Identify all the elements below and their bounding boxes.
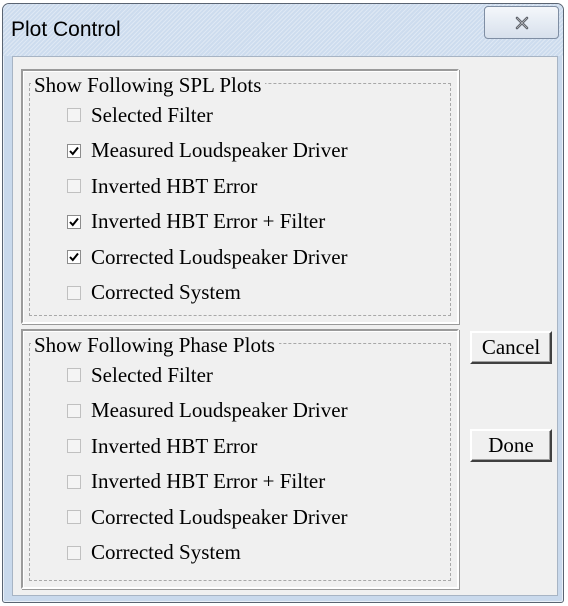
checkbox[interactable] bbox=[67, 179, 81, 193]
checkbox[interactable] bbox=[67, 403, 81, 418]
checkbox-label: Selected Filter bbox=[91, 362, 213, 387]
checkbox-label: Corrected System bbox=[91, 280, 241, 304]
checkmark-icon bbox=[69, 146, 79, 156]
checkbox[interactable] bbox=[67, 439, 81, 453]
checkbox[interactable] bbox=[67, 285, 81, 300]
checkbox-label: Measured Loudspeaker Driver bbox=[91, 138, 348, 162]
checkbox-label: Measured Loudspeaker Driver bbox=[91, 398, 348, 422]
phase-measured-loudspeaker-driver-option[interactable]: Measured Loudspeaker Driver bbox=[67, 396, 348, 426]
checkbox[interactable] bbox=[67, 368, 81, 382]
done-button[interactable]: Done bbox=[470, 429, 552, 462]
phase-group-title: Show Following Phase Plots bbox=[31, 333, 279, 357]
spl-corrected-loudspeaker-driver-option[interactable]: Corrected Loudspeaker Driver bbox=[67, 242, 348, 272]
checkbox-label: Selected Filter bbox=[91, 102, 213, 127]
spl-inverted-hbt-error-option[interactable]: Inverted HBT Error bbox=[67, 171, 257, 201]
phase-inverted-hbt-error-option[interactable]: Inverted HBT Error bbox=[67, 431, 257, 461]
phase-selected-filter-option[interactable]: Selected Filter bbox=[67, 360, 213, 390]
spl-measured-loudspeaker-driver-option[interactable]: Measured Loudspeaker Driver bbox=[67, 136, 348, 166]
checkbox[interactable] bbox=[67, 545, 81, 560]
phase-plots-group: Show Following Phase Plots Selected Filt… bbox=[21, 329, 459, 589]
phase-inverted-hbt-error-filter-option[interactable]: Inverted HBT Error + Filter bbox=[67, 467, 325, 497]
checkbox[interactable] bbox=[67, 108, 81, 122]
checkbox[interactable] bbox=[67, 214, 81, 229]
title-bar[interactable]: Plot Control bbox=[3, 4, 563, 56]
checkmark-icon bbox=[69, 252, 79, 262]
checkbox[interactable] bbox=[67, 143, 81, 158]
checkbox-label: Inverted HBT Error + Filter bbox=[91, 209, 326, 233]
checkbox[interactable] bbox=[67, 510, 81, 524]
close-x-icon bbox=[515, 16, 528, 29]
checkbox-label: Inverted HBT Error bbox=[91, 433, 258, 458]
checkbox[interactable] bbox=[67, 250, 81, 264]
window-title: Plot Control bbox=[11, 18, 121, 41]
spl-corrected-system-option[interactable]: Corrected System bbox=[67, 278, 241, 308]
checkbox[interactable] bbox=[67, 474, 81, 489]
phase-corrected-system-option[interactable]: Corrected System bbox=[67, 538, 241, 568]
dialog-client-area: Show Following SPL Plots Selected Filter… bbox=[12, 56, 558, 596]
cancel-button[interactable]: Cancel bbox=[470, 331, 552, 364]
spl-group-title: Show Following SPL Plots bbox=[31, 73, 266, 97]
checkbox-label: Corrected Loudspeaker Driver bbox=[91, 504, 348, 529]
checkbox-label: Inverted HBT Error + Filter bbox=[91, 469, 326, 493]
plot-control-dialog: Plot Control Show Following SPL Plots Se… bbox=[2, 3, 564, 603]
checkbox-label: Inverted HBT Error bbox=[91, 173, 258, 198]
checkmark-icon bbox=[69, 217, 79, 227]
close-button[interactable] bbox=[484, 6, 559, 39]
checkbox-label: Corrected Loudspeaker Driver bbox=[91, 244, 348, 269]
spl-inverted-hbt-error-filter-option[interactable]: Inverted HBT Error + Filter bbox=[67, 207, 325, 237]
spl-selected-filter-option[interactable]: Selected Filter bbox=[67, 100, 213, 130]
phase-corrected-loudspeaker-driver-option[interactable]: Corrected Loudspeaker Driver bbox=[67, 502, 348, 532]
checkbox-label: Corrected System bbox=[91, 540, 241, 564]
spl-plots-group: Show Following SPL Plots Selected Filter… bbox=[21, 69, 459, 324]
